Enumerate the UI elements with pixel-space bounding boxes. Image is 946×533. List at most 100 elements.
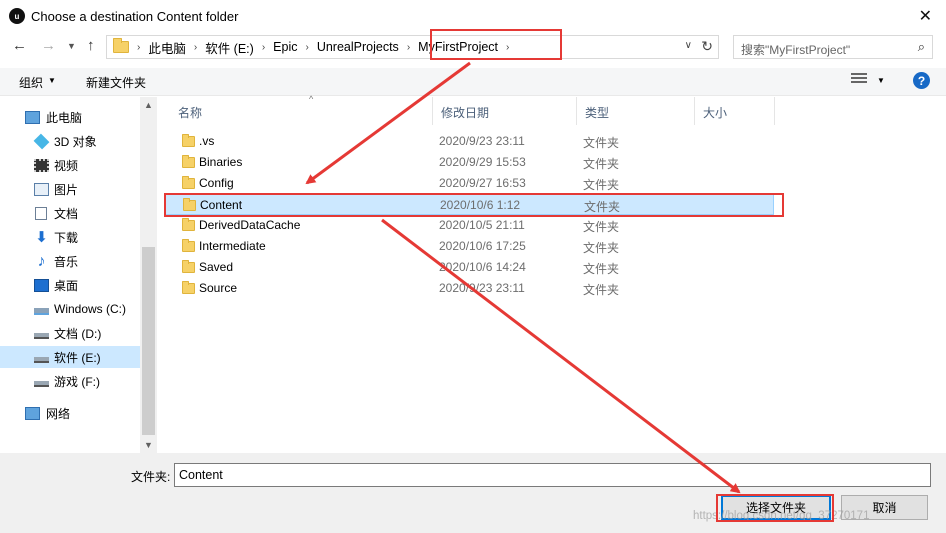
- search-input[interactable]: 搜索"MyFirstProject" ⌕: [733, 35, 933, 59]
- table-row[interactable]: .vs 2020/9/23 23:11 文件夹: [165, 131, 774, 152]
- row-date: 2020/9/29 15:53: [439, 155, 526, 169]
- row-name: DerivedDataCache: [199, 218, 301, 232]
- window-title: Choose a destination Content folder: [31, 8, 239, 24]
- sidebar-item-downloads[interactable]: ⬇ 下载: [0, 226, 140, 248]
- chevron-right-icon[interactable]: ›: [305, 42, 308, 53]
- row-date: 2020/10/6 1:12: [440, 198, 521, 212]
- column-header-size[interactable]: 大小: [695, 97, 775, 125]
- address-bar[interactable]: › 此电脑 › 软件 (E:) › Epic › UnrealProjects …: [106, 35, 719, 59]
- command-toolbar: 组织 ▼ 新建文件夹 ▼ ?: [0, 68, 946, 96]
- row-date: 2020/10/5 21:11: [439, 218, 525, 232]
- folder-icon: [182, 281, 195, 294]
- breadcrumb-this-pc[interactable]: 此电脑: [148, 38, 186, 57]
- folder-icon: [183, 198, 196, 211]
- help-icon[interactable]: ?: [913, 72, 930, 89]
- sidebar-item-drive-e[interactable]: 软件 (E:): [0, 346, 140, 368]
- file-list: 名称 ^ 修改日期 类型 大小 .vs 2020/9/23 23:11 文件夹 …: [160, 94, 946, 453]
- sidebar-item-drive-f[interactable]: 游戏 (F:): [0, 370, 140, 392]
- sidebar-item-music[interactable]: ♪ 音乐: [0, 250, 140, 272]
- computer-icon: [25, 110, 40, 124]
- column-header-label: 类型: [585, 106, 610, 120]
- breadcrumb-unrealprojects[interactable]: UnrealProjects: [317, 40, 399, 54]
- caret-down-icon[interactable]: ▼: [48, 76, 56, 85]
- sidebar-item-label: 此电脑: [46, 110, 83, 125]
- table-row-selected[interactable]: Content 2020/10/6 1:12 文件夹: [165, 194, 774, 215]
- chevron-down-icon[interactable]: ∨: [685, 40, 692, 51]
- breadcrumb-epic[interactable]: Epic: [273, 40, 297, 54]
- scrollbar-thumb[interactable]: [142, 247, 155, 435]
- scroll-up-icon[interactable]: ▲: [144, 100, 153, 110]
- forward-arrow-icon[interactable]: →: [41, 37, 56, 54]
- back-arrow-icon[interactable]: ←: [12, 37, 27, 54]
- sidebar-item-label: 文档 (D:): [54, 326, 102, 341]
- sidebar-scrollbar[interactable]: ▲ ▼: [140, 97, 157, 453]
- sidebar-item-network[interactable]: 网络: [0, 402, 140, 424]
- breadcrumb-myfirstproject[interactable]: MyFirstProject: [418, 40, 498, 54]
- column-header-date[interactable]: 修改日期: [433, 97, 577, 125]
- close-icon[interactable]: ✕: [919, 6, 932, 26]
- refresh-icon[interactable]: ↻: [701, 38, 713, 55]
- table-row[interactable]: Saved 2020/10/6 14:24 文件夹: [165, 257, 774, 278]
- sidebar-item-documents[interactable]: 文档: [0, 202, 140, 224]
- row-name: Intermediate: [199, 239, 266, 253]
- windows-drive-icon: [34, 307, 49, 315]
- caret-down-icon[interactable]: ▼: [877, 76, 885, 85]
- folder-icon: [182, 218, 195, 231]
- sidebar-item-this-pc[interactable]: 此电脑: [0, 106, 140, 128]
- sidebar-item-label: 视频: [54, 158, 79, 173]
- folder-icon: [182, 260, 195, 273]
- table-row[interactable]: Intermediate 2020/10/6 17:25 文件夹: [165, 236, 774, 257]
- row-name: Saved: [199, 260, 234, 274]
- chevron-down-icon[interactable]: ▼: [67, 41, 76, 51]
- chevron-right-icon[interactable]: ›: [137, 42, 140, 53]
- sidebar-item-3d-objects[interactable]: 3D 对象: [0, 130, 140, 152]
- row-name: Config: [199, 176, 234, 190]
- column-header-label: 大小: [703, 106, 728, 120]
- organize-button[interactable]: 组织: [19, 74, 43, 91]
- table-row[interactable]: Binaries 2020/9/29 15:53 文件夹: [165, 152, 774, 173]
- table-row[interactable]: DerivedDataCache 2020/10/5 21:11 文件夹: [165, 215, 774, 236]
- row-date: 2020/10/6 14:24: [439, 260, 526, 274]
- search-placeholder: 搜索"MyFirstProject": [741, 43, 851, 57]
- row-date: 2020/9/27 16:53: [439, 176, 526, 190]
- sidebar-item-drive-c[interactable]: Windows (C:): [0, 298, 140, 320]
- sidebar-item-videos[interactable]: 视频: [0, 154, 140, 176]
- search-icon[interactable]: ⌕: [918, 39, 925, 55]
- row-type: 文件夹: [583, 157, 620, 171]
- chevron-right-icon[interactable]: ›: [194, 42, 197, 53]
- sort-ascending-icon: ^: [309, 94, 314, 104]
- network-icon: [25, 406, 40, 420]
- row-date: 2020/10/6 17:25: [439, 239, 526, 253]
- view-options-icon[interactable]: [851, 73, 867, 87]
- chevron-right-icon[interactable]: ›: [506, 42, 509, 53]
- row-type: 文件夹: [583, 220, 620, 234]
- sidebar-item-label: 图片: [54, 182, 79, 197]
- new-folder-button[interactable]: 新建文件夹: [86, 74, 146, 91]
- chevron-right-icon[interactable]: ›: [262, 42, 265, 53]
- up-arrow-icon[interactable]: ↑: [87, 37, 95, 54]
- sidebar-item-label: 游戏 (F:): [54, 374, 100, 389]
- sidebar-item-drive-d[interactable]: 文档 (D:): [0, 322, 140, 344]
- row-type: 文件夹: [584, 200, 621, 214]
- chevron-right-icon[interactable]: ›: [407, 42, 410, 53]
- folder-icon: [182, 176, 195, 189]
- download-icon: ⬇: [35, 228, 48, 246]
- sidebar-item-pictures[interactable]: 图片: [0, 178, 140, 200]
- watermark-text: https://blog.csdn.net/qq_37270171: [693, 510, 870, 522]
- breadcrumb-drive-e[interactable]: 软件 (E:): [205, 38, 254, 57]
- table-row[interactable]: Config 2020/9/27 16:53 文件夹: [165, 173, 774, 194]
- desktop-icon: [34, 278, 49, 292]
- row-date: 2020/9/23 23:11: [439, 134, 525, 148]
- row-type: 文件夹: [583, 262, 620, 276]
- row-date: 2020/9/23 23:11: [439, 281, 525, 295]
- row-name: .vs: [199, 134, 215, 148]
- column-header-type[interactable]: 类型: [577, 97, 695, 125]
- folder-name-input[interactable]: [174, 463, 931, 487]
- column-header-name[interactable]: 名称 ^: [170, 94, 433, 125]
- folder-icon: [182, 134, 195, 147]
- row-name: Binaries: [199, 155, 243, 169]
- documents-icon: [35, 206, 47, 220]
- table-row[interactable]: Source 2020/9/23 23:11 文件夹: [165, 278, 774, 299]
- scroll-down-icon[interactable]: ▼: [144, 440, 153, 450]
- sidebar-item-desktop[interactable]: 桌面: [0, 274, 140, 296]
